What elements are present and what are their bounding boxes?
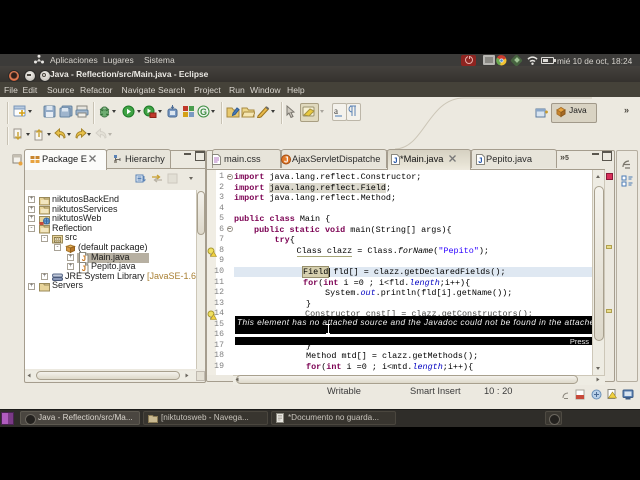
svg-text:G: G bbox=[200, 107, 207, 117]
svg-text:J: J bbox=[284, 155, 288, 164]
svg-text:J: J bbox=[393, 157, 398, 165]
svg-text:J: J bbox=[478, 157, 483, 165]
svg-text:a: a bbox=[334, 106, 338, 116]
